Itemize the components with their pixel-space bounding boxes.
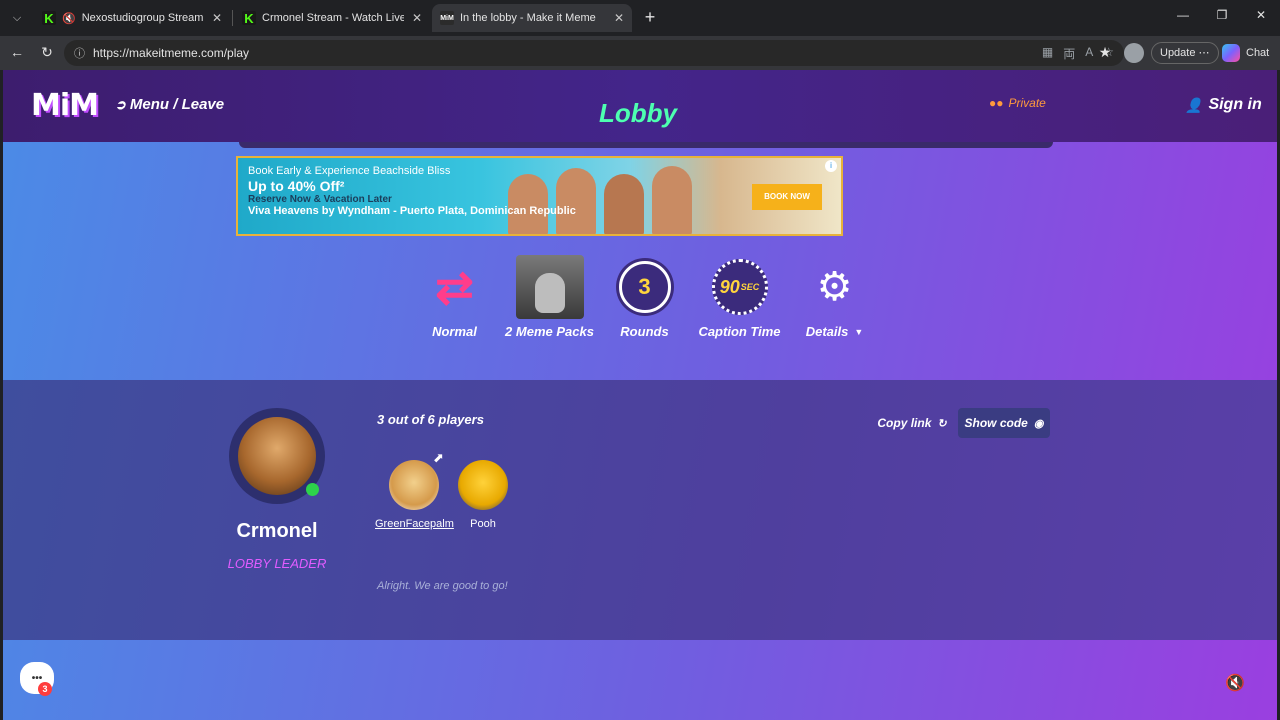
setting-details[interactable]: ⚙ Details ▼ bbox=[787, 254, 882, 339]
setting-rounds[interactable]: 3 Rounds bbox=[597, 254, 692, 339]
players-count: 3 out of 6 players bbox=[377, 412, 484, 427]
tab-search-icon[interactable]: ⌵ bbox=[6, 8, 28, 28]
back-arrow-icon[interactable]: ← bbox=[8, 44, 26, 60]
exit-door-icon: ➲ bbox=[115, 96, 126, 112]
copy-link-label: Copy link bbox=[877, 416, 932, 430]
tab-crmonel[interactable]: K Crmonel Stream - Watch Live on K ✕ bbox=[234, 4, 430, 32]
tab-nexostudiogroup[interactable]: K 🔇 Nexostudiogroup Stream - Wi ✕ bbox=[34, 4, 230, 32]
close-window-button[interactable]: ✕ bbox=[1251, 8, 1271, 22]
minimize-button[interactable]: — bbox=[1173, 8, 1193, 22]
player-name[interactable]: GreenFacepalm bbox=[375, 518, 454, 530]
game-settings: ⇄ Normal 2 Meme Packs 3 Rounds 90 SEC Cap… bbox=[407, 254, 882, 339]
private-label: Private bbox=[1008, 96, 1046, 110]
setting-meme-packs[interactable]: 2 Meme Packs bbox=[502, 254, 597, 339]
setting-mode[interactable]: ⇄ Normal bbox=[407, 254, 502, 339]
caption-time-badge: 90 SEC bbox=[711, 259, 768, 315]
page-title: Lobby bbox=[599, 98, 677, 128]
link-icon: ↻ bbox=[937, 417, 947, 430]
close-tab-icon[interactable]: ✕ bbox=[412, 11, 422, 25]
caption-time-unit: SEC bbox=[740, 282, 760, 292]
site-header: MiM ➲ Menu / Leave Lobby ●● Private 👤 Si… bbox=[3, 70, 1277, 142]
ad-text: Book Early & Experience Beachside Bliss … bbox=[248, 165, 576, 218]
read-aloud-icon[interactable]: A bbox=[1085, 45, 1093, 62]
muted-speaker-icon[interactable]: 🔇 bbox=[62, 12, 76, 25]
tab-divider bbox=[232, 10, 233, 26]
mode-label: Normal bbox=[432, 324, 477, 339]
chat-label: Chat bbox=[1246, 47, 1270, 59]
close-tab-icon[interactable]: ✕ bbox=[614, 11, 624, 25]
player-card[interactable]: GreenFacepalm bbox=[375, 460, 454, 530]
sound-off-icon[interactable]: 🔇 bbox=[1225, 673, 1245, 693]
address-bar[interactable]: ⓘ https://makeitmeme.com/play ▦ 両 A ☆ bbox=[64, 40, 1124, 66]
online-status-icon bbox=[306, 483, 319, 496]
gear-icon: ⚙ bbox=[816, 265, 853, 309]
details-label: Details bbox=[805, 324, 849, 339]
sign-in-label: Sign in bbox=[1208, 96, 1262, 113]
ad-location: Viva Heavens by Wyndham - Puerto Plata, … bbox=[248, 205, 576, 218]
mim-favicon-icon: MiM bbox=[440, 11, 454, 25]
lobby-status-message: Alright. We are good to go! bbox=[377, 580, 508, 592]
caption-time-value: 90 bbox=[719, 276, 740, 297]
app-available-icon[interactable]: ▦ bbox=[1042, 45, 1053, 62]
site-info-icon[interactable]: ⓘ bbox=[74, 45, 85, 61]
header-underbar bbox=[239, 142, 1053, 148]
menu-leave-label: Menu / Leave bbox=[129, 96, 225, 113]
ad-subline: Reserve Now & Vacation Later bbox=[248, 193, 392, 205]
show-code-button[interactable]: Show code ◉ bbox=[958, 408, 1050, 438]
kick-favicon-icon: K bbox=[242, 11, 256, 26]
new-tab-button[interactable]: + bbox=[640, 7, 660, 28]
packs-label: 2 Meme Packs bbox=[505, 324, 594, 339]
private-toggle[interactable]: ●● Private bbox=[989, 96, 1046, 110]
caption-time-label: Caption Time bbox=[698, 324, 781, 339]
profile-avatar[interactable] bbox=[1124, 43, 1144, 63]
leader-role-badge: LOBBY LEADER bbox=[227, 556, 327, 571]
doge-avatar bbox=[389, 460, 440, 510]
leader-name: Crmonel bbox=[236, 520, 318, 542]
chat-unread-badge: 3 bbox=[38, 682, 52, 696]
copilot-chat-button[interactable]: Chat bbox=[1222, 42, 1269, 64]
leader-avatar bbox=[229, 408, 325, 504]
reload-icon[interactable]: ↻ bbox=[38, 44, 56, 61]
kick-favicon-icon: K bbox=[42, 11, 56, 26]
tab-make-it-meme[interactable]: MiM In the lobby - Make it Meme ✕ bbox=[432, 4, 632, 32]
eye-icon: ◉ bbox=[1033, 417, 1044, 430]
meme-pack-thumbnail bbox=[515, 255, 584, 319]
mouse-cursor-icon: ⬈ bbox=[433, 450, 444, 465]
ad-info-icon[interactable]: i bbox=[825, 160, 837, 172]
menu-leave-button[interactable]: ➲ Menu / Leave bbox=[115, 96, 224, 113]
rounds-label: Rounds bbox=[620, 324, 669, 339]
avatar-image bbox=[238, 417, 319, 496]
pooh-avatar bbox=[458, 460, 508, 510]
copy-link-button[interactable]: Copy link ↻ bbox=[869, 412, 955, 434]
update-label: Update bbox=[1160, 47, 1196, 59]
translate-icon[interactable]: 両 bbox=[1063, 45, 1075, 62]
show-code-label: Show code bbox=[964, 416, 1028, 430]
ad-offer: Up to 40% Off² bbox=[248, 177, 345, 194]
copilot-icon bbox=[1222, 44, 1240, 62]
shuffle-icon: ⇄ bbox=[435, 261, 474, 313]
browser-toolbar: ← ↻ ⓘ https://makeitmeme.com/play ▦ 両 A … bbox=[0, 36, 1280, 70]
lobby-players-section: Crmonel LOBBY LEADER 3 out of 6 players … bbox=[3, 380, 1277, 640]
rounds-badge: 3 bbox=[618, 261, 671, 313]
player-card[interactable]: Pooh bbox=[458, 460, 508, 530]
setting-caption-time[interactable]: 90 SEC Caption Time bbox=[692, 254, 787, 339]
ad-headline: Book Early & Experience Beachside Bliss bbox=[248, 165, 451, 177]
favorites-icon[interactable]: ★ bbox=[1096, 44, 1114, 61]
url-text[interactable]: https://makeitmeme.com/play bbox=[93, 46, 249, 60]
chevron-down-icon: ▼ bbox=[854, 326, 864, 337]
advertisement-banner[interactable]: Book Early & Experience Beachside Bliss … bbox=[236, 156, 843, 236]
close-tab-icon[interactable]: ✕ bbox=[212, 11, 222, 25]
update-button[interactable]: Update ⋯ bbox=[1151, 42, 1219, 64]
restore-button[interactable]: ❐ bbox=[1212, 8, 1232, 22]
sign-in-button[interactable]: 👤 Sign in bbox=[1185, 96, 1262, 114]
tab-strip: ⌵ K 🔇 Nexostudiogroup Stream - Wi ✕ K Cr… bbox=[0, 0, 1280, 36]
mim-logo[interactable]: MiM bbox=[31, 88, 99, 123]
group-icon: ●● bbox=[989, 96, 1004, 110]
book-now-button[interactable]: BOOK NOW bbox=[752, 184, 822, 210]
player-name[interactable]: Pooh bbox=[470, 518, 496, 530]
page-content: MiM ➲ Menu / Leave Lobby ●● Private 👤 Si… bbox=[3, 70, 1277, 720]
user-icon: 👤 bbox=[1185, 96, 1203, 113]
